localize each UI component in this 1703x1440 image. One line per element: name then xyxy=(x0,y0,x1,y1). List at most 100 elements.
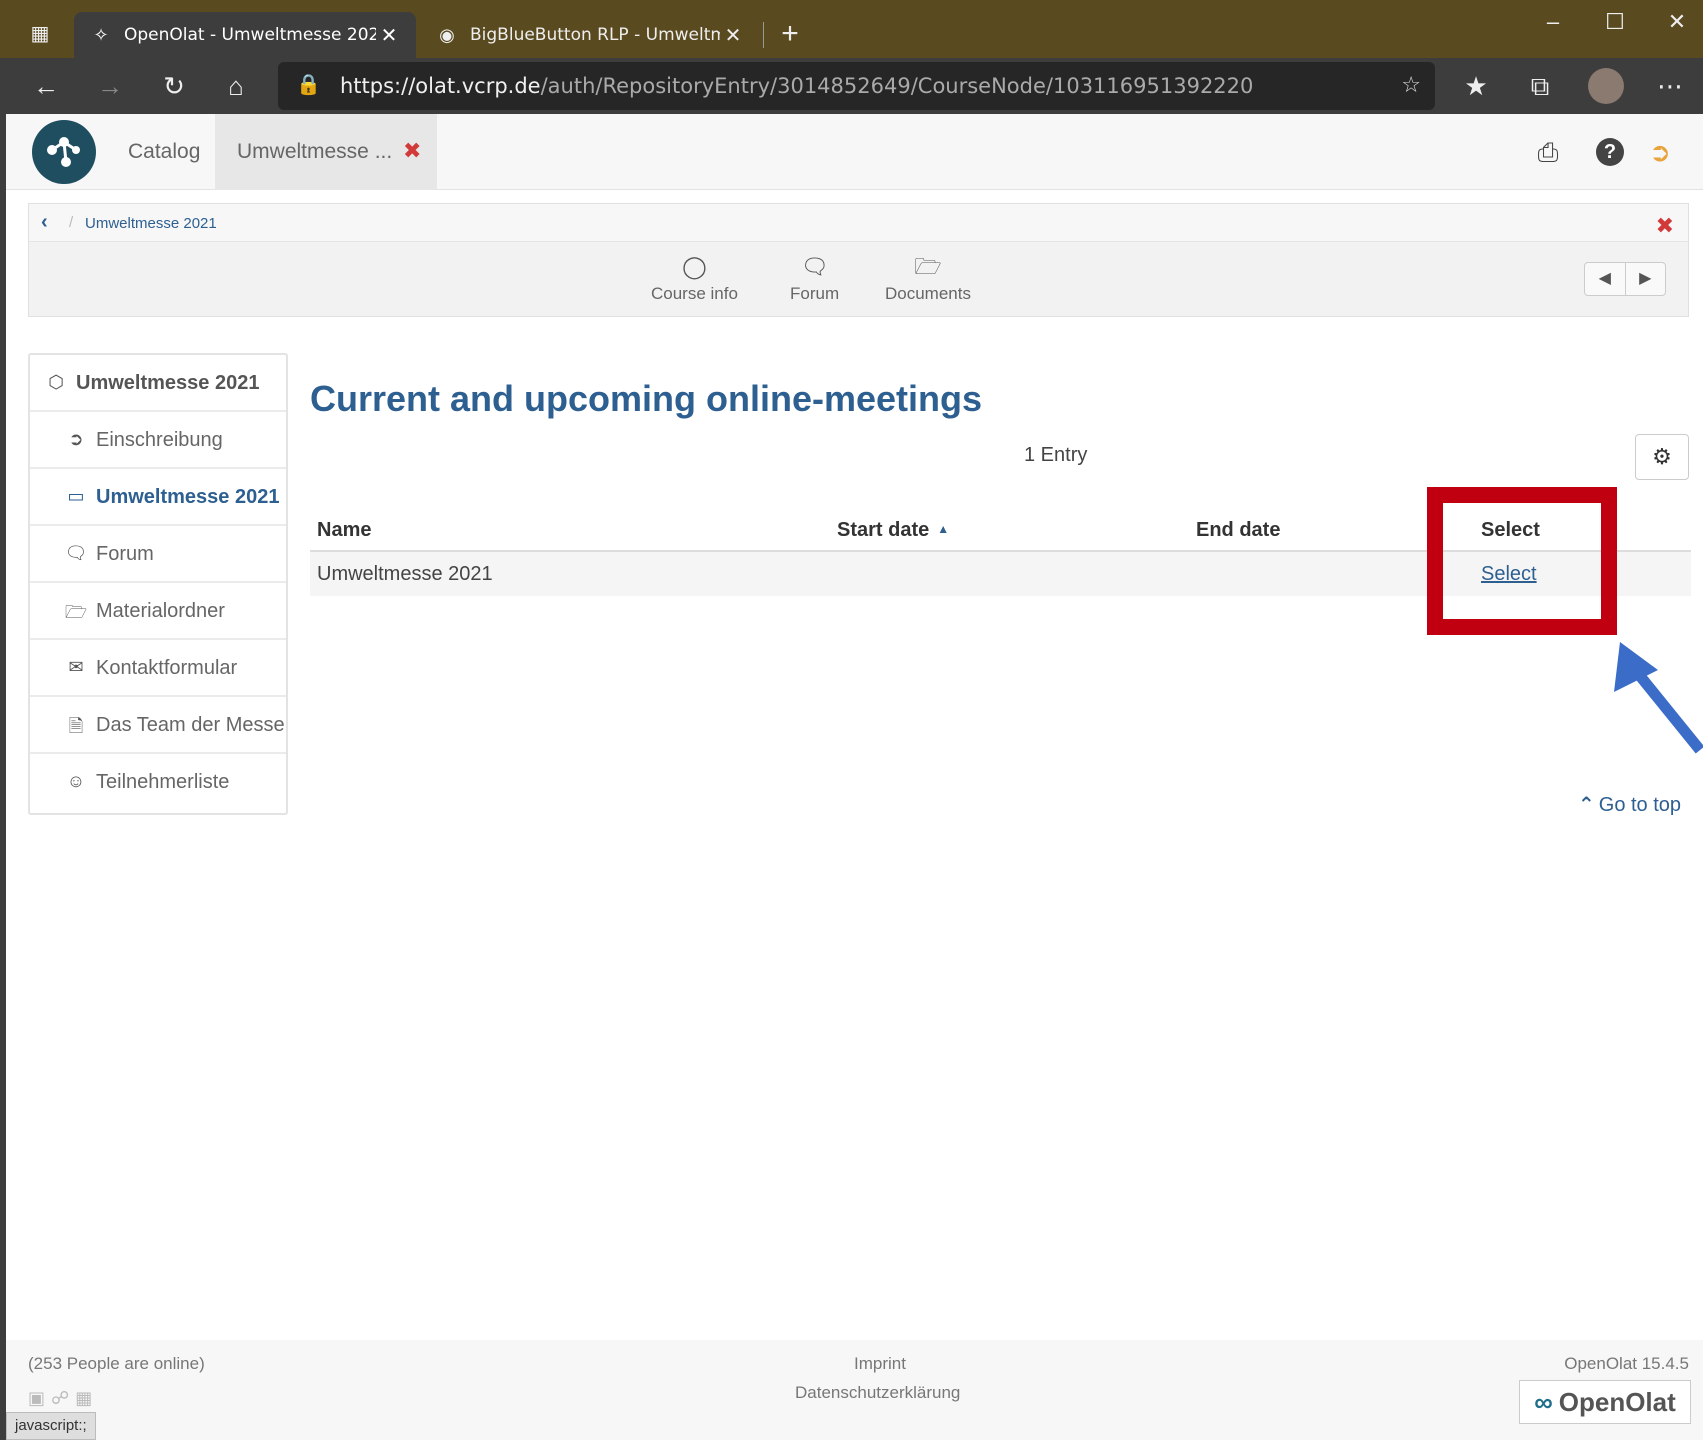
menu-item-label: Kontaktformular xyxy=(96,657,238,679)
footer: (253 People are online) Imprint Datensch… xyxy=(6,1340,1703,1440)
tool-label: Forum xyxy=(790,284,840,303)
menu-item-label: Forum xyxy=(96,543,154,565)
course-tab-label: Umweltmesse ... xyxy=(237,140,393,163)
browser-tab-bar: ▦ ✧ OpenOlat - Umweltmesse 2021 - ✕ ◉ Bi… xyxy=(0,0,1703,58)
menu-item-materialordner[interactable]: 🗁 Materialordner xyxy=(30,583,286,640)
print-icon[interactable]: ⎙ xyxy=(1532,136,1564,168)
tab-bigbluebutton[interactable]: ◉ BigBlueButton RLP - Umweltmes ✕ xyxy=(420,12,760,58)
column-name[interactable]: Name xyxy=(317,519,371,542)
forward-button[interactable]: → xyxy=(90,66,130,106)
link-icon[interactable]: ☍ xyxy=(51,1388,75,1408)
tab-openolat[interactable]: ✧ OpenOlat - Umweltmesse 2021 - ✕ xyxy=(74,12,416,58)
brand-label: OpenOlat xyxy=(1558,1387,1676,1417)
footer-icons: ▣☍▦ xyxy=(28,1388,98,1409)
cube-icon: ⬡ xyxy=(48,372,64,392)
breadcrumb-separator: / xyxy=(69,214,74,231)
refresh-button[interactable]: ↻ xyxy=(154,66,194,106)
column-start-date[interactable]: Start date ▲ xyxy=(837,519,949,542)
menu-item-label: Teilnehmerliste xyxy=(96,771,230,793)
privacy-link[interactable]: Datenschutzerklärung xyxy=(795,1383,960,1403)
monitor-icon: ▭ xyxy=(67,486,85,506)
sort-ascending-icon: ▲ xyxy=(937,522,950,536)
browser-status-bar: javascript:; xyxy=(6,1412,96,1440)
column-label: Start date xyxy=(837,519,930,541)
tab-actions-icon[interactable]: ▦ xyxy=(28,22,52,46)
close-tab-icon[interactable]: ✕ xyxy=(376,23,402,47)
menu-item-umweltmesse[interactable]: ▭ Umweltmesse 2021 xyxy=(30,469,286,526)
next-node-icon[interactable]: ▶ xyxy=(1626,263,1666,295)
document-icon: 🗎 xyxy=(68,716,84,736)
lightbulb-icon: ◯ xyxy=(682,254,707,279)
column-end-date[interactable]: End date xyxy=(1196,519,1280,542)
url-host: https://olat.vcrp.de xyxy=(340,74,541,98)
tab-separator xyxy=(763,22,764,48)
folder-icon: 🗁 xyxy=(914,254,942,279)
annotation-arrow xyxy=(1614,642,1703,754)
menu-item-forum[interactable]: 🗨 Forum xyxy=(30,526,286,583)
enroll-icon: ➲ xyxy=(68,429,84,449)
close-course-icon[interactable]: ✖ xyxy=(403,138,421,164)
back-chevron-icon[interactable]: ‹ xyxy=(41,211,48,234)
menu-item-root[interactable]: ⬡ Umweltmesse 2021 xyxy=(30,355,286,412)
tool-documents[interactable]: 🗁 Documents xyxy=(885,254,971,304)
more-menu-icon[interactable]: ⋯ xyxy=(1650,66,1690,106)
go-to-top-link[interactable]: ⌃ Go to top xyxy=(1578,792,1681,817)
browser-toolbar: ← → ↻ ⌂ 🔒 https://olat.vcrp.de/auth/Repo… xyxy=(0,58,1703,114)
home-button[interactable]: ⌂ xyxy=(216,66,256,106)
annotation-highlight-box xyxy=(1427,487,1617,635)
tool-label: Course info xyxy=(651,284,738,303)
menu-item-einschreibung[interactable]: ➲ Einschreibung xyxy=(30,412,286,469)
table-settings-button[interactable]: ⚙ xyxy=(1635,434,1689,480)
course-pager: ◀ ▶ xyxy=(1584,262,1666,296)
breadcrumb-course[interactable]: Umweltmesse 2021 xyxy=(85,215,217,232)
chevron-up-icon: ⌃ xyxy=(1578,794,1595,816)
add-favorite-icon[interactable]: ☆ xyxy=(1401,72,1421,98)
chat-icon: 🗨 xyxy=(64,543,88,563)
openolat-brand-logo[interactable]: ∞ OpenOlat xyxy=(1519,1380,1691,1424)
gear-icon: ⚙ xyxy=(1652,444,1672,469)
openolat-logo[interactable] xyxy=(32,120,96,184)
qr-code-icon[interactable]: ▦ xyxy=(75,1388,98,1408)
menu-item-label: Umweltmesse 2021 xyxy=(96,486,280,508)
previous-node-icon[interactable]: ◀ xyxy=(1585,263,1626,295)
tool-forum[interactable]: 🗨 Forum xyxy=(790,254,839,304)
menu-item-kontaktformular[interactable]: ✉ Kontaktformular xyxy=(30,640,286,697)
course-toolbar: ‹ / Umweltmesse 2021 ✖ ◯ Course info 🗨 F… xyxy=(28,203,1689,317)
tab-title: OpenOlat - Umweltmesse 2021 - xyxy=(124,25,376,45)
app-header: Catalog Umweltmesse ... ✖ ⎙ ? ➲ xyxy=(6,114,1703,190)
address-bar[interactable]: 🔒 https://olat.vcrp.de/auth/RepositoryEn… xyxy=(278,62,1435,110)
new-tab-button[interactable]: + xyxy=(770,14,810,54)
collections-icon[interactable]: ⧉ xyxy=(1520,66,1560,106)
go-to-top-label: Go to top xyxy=(1598,794,1682,816)
tab-title: BigBlueButton RLP - Umweltmes xyxy=(470,25,720,45)
help-icon[interactable]: ? xyxy=(1596,138,1624,166)
minimize-button[interactable]: – xyxy=(1523,4,1583,40)
menu-item-team[interactable]: 🗎 Das Team der Messe xyxy=(30,697,286,754)
nav-catalog[interactable]: Catalog xyxy=(114,114,214,190)
close-tab-icon[interactable]: ✕ xyxy=(720,23,746,47)
url-path: /auth/RepositoryEntry/3014852649/CourseN… xyxy=(540,74,1254,98)
profile-avatar[interactable] xyxy=(1588,68,1624,104)
infinity-icon: ∞ xyxy=(1534,1387,1553,1417)
logout-icon[interactable]: ➲ xyxy=(1644,136,1676,168)
users-icon: ☺ xyxy=(66,771,86,791)
nav-course-tab[interactable]: Umweltmesse ... ✖ xyxy=(215,114,437,190)
back-button[interactable]: ← xyxy=(26,66,66,106)
entry-count: 1 Entry xyxy=(1024,444,1088,466)
favorites-icon[interactable]: ★ xyxy=(1456,66,1496,106)
cell-name: Umweltmesse 2021 xyxy=(317,563,493,585)
folder-icon: 🗁 xyxy=(64,602,88,622)
menu-item-teilnehmerliste[interactable]: ☺ Teilnehmerliste xyxy=(30,754,286,811)
online-count[interactable]: (253 People are online) xyxy=(28,1354,205,1374)
window-frame xyxy=(0,114,6,1440)
tool-course-info[interactable]: ◯ Course info xyxy=(651,254,738,304)
share-icon[interactable]: ▣ xyxy=(28,1388,51,1408)
imprint-link[interactable]: Imprint xyxy=(854,1354,906,1374)
chat-icon: 🗨 xyxy=(800,254,829,279)
maximize-button[interactable]: ☐ xyxy=(1585,4,1645,40)
close-window-button[interactable]: ✕ xyxy=(1647,4,1703,40)
url-text[interactable]: https://olat.vcrp.de/auth/RepositoryEntr… xyxy=(340,74,1253,98)
lock-icon[interactable]: 🔒 xyxy=(296,72,321,97)
close-course-icon[interactable]: ✖ xyxy=(1656,213,1674,239)
envelope-icon: ✉ xyxy=(68,657,84,677)
